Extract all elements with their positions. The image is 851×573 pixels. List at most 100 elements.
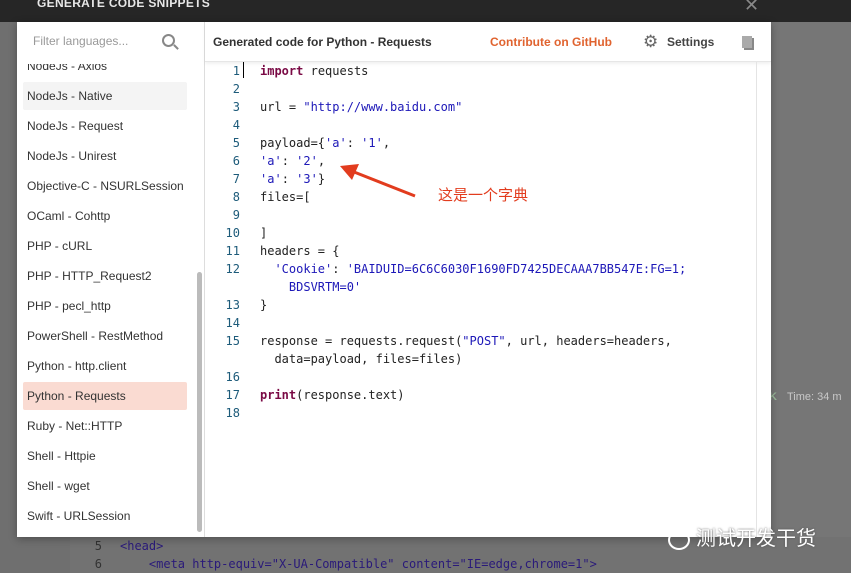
code-title: Generated code for Python - Requests [213, 35, 432, 49]
code-line: 18 [205, 404, 260, 422]
language-item[interactable]: Shell - Httpie [23, 442, 187, 470]
line-number: 4 [232, 118, 240, 132]
gear-icon[interactable]: ⚙ [643, 33, 658, 50]
line-number: 15 [225, 334, 240, 348]
github-link[interactable]: Contribute on GitHub [490, 35, 612, 49]
watermark: 测试开发干货 [668, 522, 816, 551]
code-token: '3' [296, 172, 318, 186]
line-number: 5 [94, 539, 102, 553]
language-list: NodeJs - Axios NodeJs - Native NodeJs - Re… [17, 64, 195, 537]
language-item[interactable]: PHP - pecl_http [23, 292, 187, 320]
line-number: 13 [225, 298, 240, 312]
code-line: data=payload, files=files) [205, 350, 462, 368]
language-item[interactable]: PowerShell - RestMethod [23, 322, 187, 350]
code-line: 4 [205, 116, 260, 134]
line-number: 7 [232, 172, 240, 186]
line-number: 11 [225, 244, 240, 258]
code-line: 12 'Cookie': 'BAIDUID=6C6C6030F1690FD742… [205, 260, 687, 278]
background-panel [771, 22, 851, 573]
code-token: requests [310, 64, 369, 78]
code-token: , url, headers=headers, [505, 334, 672, 348]
code-token: 'Cookie' [274, 262, 333, 276]
language-item[interactable]: NodeJs - Request [23, 112, 187, 140]
language-item[interactable]: Python - http.client [23, 352, 187, 380]
code-token: : [281, 154, 297, 168]
code-token: ] [260, 226, 268, 240]
line-number: 9 [232, 208, 240, 222]
close-icon[interactable]: ✕ [744, 0, 759, 16]
code-line: 13} [205, 296, 268, 314]
language-item[interactable]: Shell - wget [23, 472, 187, 500]
modal-titlebar: GENERATE CODE SNIPPETS ✕ [0, 0, 851, 22]
language-item[interactable]: Swift - URLSession [23, 502, 187, 530]
code-line: 3 url = "http://www.baidu.com" [205, 98, 463, 116]
code-line: 11 headers = { [205, 242, 340, 260]
code-token: , [317, 154, 326, 168]
code-line: 7 'a': '3'} [205, 170, 325, 188]
filter-box [17, 22, 205, 64]
code-token: "POST" [462, 334, 506, 348]
search-icon[interactable] [162, 34, 175, 47]
language-item[interactable]: PHP - HTTP_Request2 [23, 262, 187, 290]
settings-button[interactable]: Settings [667, 35, 714, 49]
response-time: Time: 34 m [786, 391, 842, 403]
code-token: : [281, 172, 297, 186]
code-token: data=payload, files=files) [260, 352, 463, 366]
code-editor[interactable]: 1 import requests 2 3 url = "http://www.baid… [205, 62, 757, 537]
code-token: import [260, 64, 304, 78]
modal-title: GENERATE CODE SNIPPETS [37, 0, 211, 10]
code-line: 14 [205, 314, 260, 332]
code-line: 9 [205, 206, 260, 224]
line-number: 5 [232, 136, 240, 150]
code-line: BDSVRTM=0' [205, 278, 361, 296]
code-line: 16 [205, 368, 260, 386]
code-token: "http://www.baidu.com" [303, 100, 463, 114]
arrow-annotation [340, 164, 416, 198]
line-number: 10 [225, 226, 240, 240]
language-item[interactable]: PHP - cURL [23, 232, 187, 260]
background-code-line: 6 <meta http-equiv="X-UA-Compatible" con… [70, 555, 851, 573]
code-text: <meta http-equiv="X-UA-Compatible" conte… [120, 557, 597, 571]
code-token: (response.text) [296, 388, 405, 402]
line-number: 16 [225, 370, 240, 384]
code-token: payload={ [260, 136, 326, 150]
language-item[interactable]: NodeJs - Native [23, 82, 187, 110]
code-header: Generated code for Python - Requests Con… [205, 22, 771, 62]
watermark-text: 测试开发干货 [696, 528, 816, 550]
line-number: 3 [232, 100, 240, 114]
code-token: files=[ [260, 190, 311, 204]
language-item[interactable]: NodeJs - Unirest [23, 142, 187, 170]
language-item[interactable]: OCaml - Cohttp [23, 202, 187, 230]
code-line: 15 response = requests.request("POST", ur… [205, 332, 672, 350]
filter-languages-input[interactable] [33, 34, 153, 48]
copy-icon[interactable] [742, 36, 752, 48]
language-item[interactable]: Python - Requests [23, 382, 187, 410]
line-number: 18 [225, 406, 240, 420]
code-text: <head> [120, 539, 164, 553]
wechat-icon [668, 529, 690, 550]
language-item[interactable]: NodeJs - Axios [23, 64, 187, 80]
language-item[interactable]: Ruby - Net::HTTP [23, 412, 187, 440]
line-number: 2 [232, 82, 240, 96]
line-number: 6 [94, 557, 102, 571]
background-status: K Time: 34 m [769, 391, 842, 403]
line-number: 8 [232, 190, 240, 204]
code-token: 'a' [260, 154, 282, 168]
code-line: 2 [205, 80, 260, 98]
code-token: 'a' [260, 172, 282, 186]
code-token: , [382, 136, 391, 150]
line-number: 12 [225, 262, 240, 276]
language-item[interactable]: Objective-C - NSURLSession [23, 172, 187, 200]
code-line: 17 print(response.text) [205, 386, 405, 404]
code-token: '2' [296, 154, 318, 168]
code-line: 8 files=[ [205, 188, 311, 206]
scrollbar[interactable] [197, 272, 202, 532]
code-token: BDSVRTM=0' [260, 280, 362, 294]
line-number: 6 [232, 154, 240, 168]
code-line: 5 payload={'a': '1', [205, 134, 390, 152]
annotation-text: 这是一个字典 [438, 187, 529, 204]
code-token: url = [260, 100, 304, 114]
code-token: headers = { [260, 244, 340, 258]
generate-code-modal: NodeJs - Axios NodeJs - NativeNodeJs - Re… [17, 22, 771, 537]
